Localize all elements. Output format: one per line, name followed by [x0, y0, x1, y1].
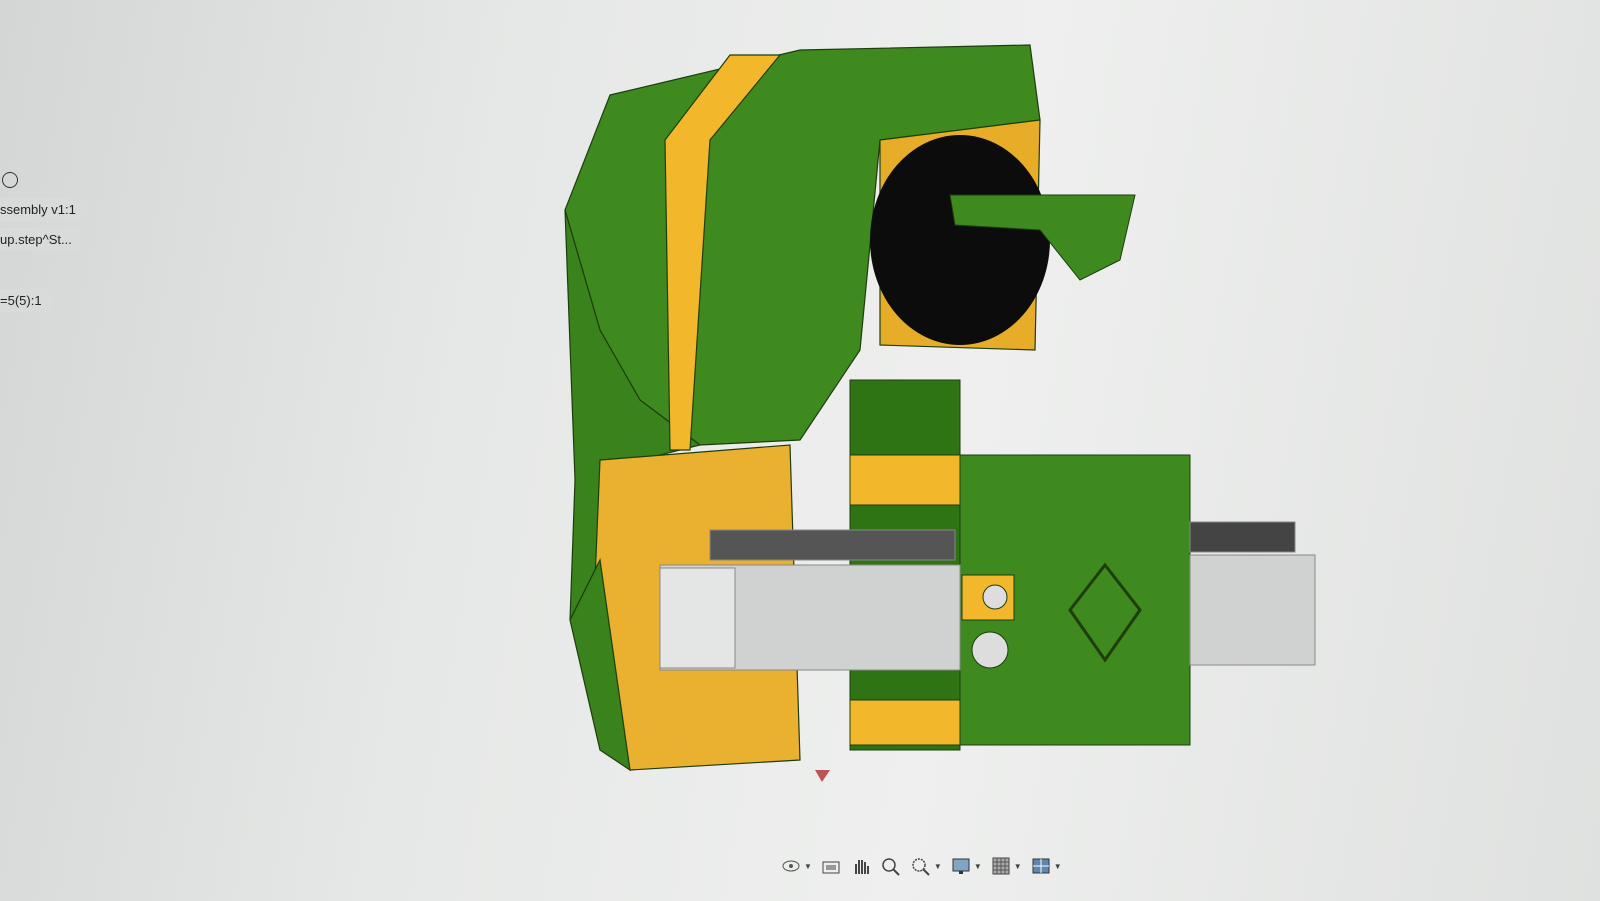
orbit-icon: [782, 860, 800, 872]
grid-icon: [992, 857, 1010, 875]
navigation-bar: ▼ ▼ ▼ ▼ ▼: [780, 856, 1062, 876]
chevron-down-icon[interactable]: ▼: [1054, 862, 1062, 871]
zoom-icon: [882, 858, 900, 876]
display-settings-icon: [952, 858, 970, 874]
zoom-window-icon: [912, 858, 930, 876]
3d-model-viewport[interactable]: [0, 0, 1600, 901]
display-settings-button[interactable]: ▼: [950, 856, 982, 876]
orbit-button[interactable]: ▼: [780, 856, 812, 876]
grid-button[interactable]: ▼: [990, 856, 1022, 876]
chevron-down-icon[interactable]: ▼: [934, 862, 942, 871]
chevron-down-icon[interactable]: ▼: [1014, 862, 1022, 871]
pan-button[interactable]: [850, 856, 872, 876]
nozzle: [815, 770, 830, 782]
chevron-down-icon[interactable]: ▼: [804, 862, 812, 871]
look-at-button[interactable]: [820, 856, 842, 876]
pan-icon: [854, 860, 869, 874]
viewports-icon: [1032, 858, 1050, 874]
viewports-button[interactable]: ▼: [1030, 856, 1062, 876]
look-at-icon: [822, 861, 840, 874]
zoom-window-button[interactable]: ▼: [910, 856, 942, 876]
chevron-down-icon[interactable]: ▼: [974, 862, 982, 871]
zoom-button[interactable]: [880, 856, 902, 876]
fan-motor: [870, 135, 1136, 345]
